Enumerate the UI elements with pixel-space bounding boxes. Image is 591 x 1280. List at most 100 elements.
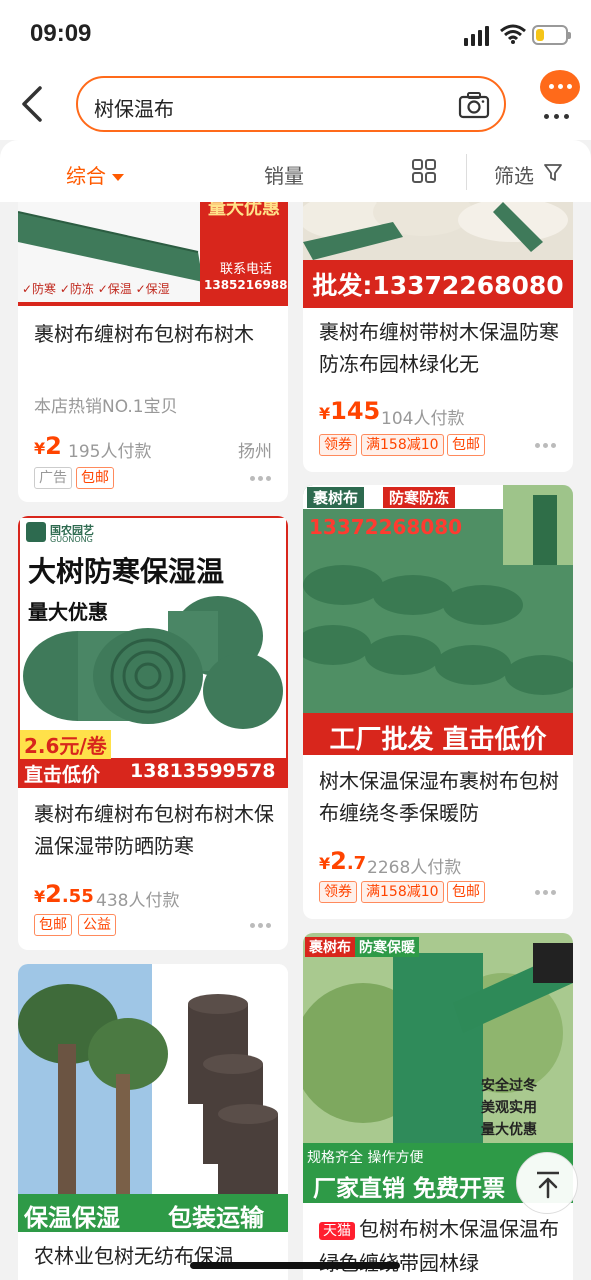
image-notes: 安全过冬 美观实用 量大优惠: [481, 1075, 537, 1141]
price-integer: 2: [45, 432, 62, 460]
price-integer: 2: [45, 880, 62, 908]
price-symbol: ¥: [34, 887, 46, 906]
free-shipping-tag: 包邮: [76, 467, 114, 489]
product-feed: 量大优惠 联系电话 13852169889 ✓防寒 ✓防冻 ✓保温 ✓保湿 裹树…: [0, 202, 591, 1280]
image-features: ✓防寒 ✓防冻 ✓保温 ✓保湿: [22, 282, 170, 296]
free-shipping-tag: 包邮: [447, 881, 485, 903]
message-bubble-icon: [540, 70, 580, 104]
tab-sales[interactable]: 销量: [264, 160, 304, 189]
product-price: ¥2.55: [34, 880, 94, 908]
camera-search-icon[interactable]: [458, 91, 490, 119]
trees-and-rolls-image: [18, 964, 288, 1232]
status-time: 09:09: [30, 20, 92, 47]
charity-tag: 公益: [78, 914, 116, 936]
price-decimal: .7: [346, 853, 367, 874]
product-subtitle: 本店热销NO.1宝贝: [34, 397, 178, 417]
image-text-right: 包装运输: [168, 1204, 264, 1232]
product-title[interactable]: 裹树布缠树布包树布树木: [34, 318, 274, 350]
image-badge: 量大优惠: [208, 202, 280, 219]
tab-sales-label: 销量: [264, 164, 304, 188]
price-integer: 145: [330, 397, 381, 425]
more-options-icon[interactable]: [250, 476, 272, 482]
wifi-icon: [500, 24, 526, 44]
coupon-tag: 领券: [319, 434, 357, 456]
search-query-text: 树保温布: [94, 97, 174, 121]
product-card[interactable]: 批发:13372268080 裹树布缠树带树木保温防寒防冻布园林绿化无 ¥145…: [303, 202, 573, 472]
product-card[interactable]: 保温保湿 包装运输 农林业包树无纺布保温: [18, 964, 288, 1280]
image-cta: 直击低价: [24, 764, 101, 786]
sort-tabs: 综合 销量 筛选: [0, 140, 591, 202]
image-note: 量大优惠: [481, 1122, 537, 1138]
product-card[interactable]: 国农园艺 GUONONG 大树防寒保湿温 量大优惠 2.6元/卷 直击低价 13…: [18, 516, 288, 950]
scroll-to-top-button[interactable]: [516, 1152, 578, 1214]
layout-grid-icon[interactable]: [412, 159, 436, 183]
free-shipping-tag: 包邮: [447, 434, 485, 456]
battery-icon: [532, 25, 571, 45]
discount-tag: 满158减10: [361, 434, 444, 456]
free-shipping-tag: 包邮: [34, 914, 72, 936]
product-image: 量大优惠 联系电话 13852169889 ✓防寒 ✓防冻 ✓保温 ✓保湿: [18, 202, 288, 306]
ad-tag: 广告: [34, 467, 72, 489]
back-arrow-icon[interactable]: [16, 84, 50, 124]
tab-comprehensive-label: 综合: [66, 164, 106, 188]
image-phone: 13813599578: [130, 760, 276, 782]
product-card[interactable]: 量大优惠 联系电话 13852169889 ✓防寒 ✓防冻 ✓保温 ✓保湿 裹树…: [18, 202, 288, 502]
image-label-2: 防寒防冻: [383, 487, 456, 508]
paid-count: 104人付款: [381, 409, 465, 429]
search-input[interactable]: 树保温布: [76, 76, 506, 132]
image-note: 美观实用: [481, 1100, 537, 1116]
product-card[interactable]: 裹树布 防寒防冻 13372268080 工厂批发 直击低价 树木保温保湿布裹树…: [303, 485, 573, 919]
image-badge: 量大优惠: [28, 600, 108, 624]
more-options-icon[interactable]: [250, 923, 272, 929]
image-phone: 13372268080: [309, 515, 463, 539]
image-note: 安全过冬: [481, 1078, 537, 1094]
more-options-icon[interactable]: [535, 443, 557, 449]
image-label-2: 防寒保暖: [355, 937, 419, 957]
product-card[interactable]: 裹树布 防寒保暖 安全过冬 美观实用 量大优惠 规格齐全 操作方便 厂家直销 免…: [303, 933, 573, 1280]
tab-filter-label: 筛选: [494, 164, 534, 188]
tab-comprehensive[interactable]: 综合: [66, 160, 124, 189]
image-phone: 13852169889: [204, 278, 288, 292]
cellular-signal-icon: [464, 26, 489, 46]
image-headline: 大树防寒保湿温: [28, 555, 225, 588]
seller-location: 扬州: [238, 442, 272, 462]
product-title[interactable]: 裹树布缠树布包树布树木保温保湿带防晒防寒: [34, 798, 274, 862]
image-banner: 厂家直销 免费开票: [313, 1176, 506, 1202]
image-contact-label: 联系电话: [219, 262, 272, 277]
product-image: 保温保湿 包装运输: [18, 964, 288, 1232]
image-label-1: 裹树布: [307, 487, 365, 508]
more-options-icon[interactable]: [535, 890, 557, 896]
product-image: 裹树布 防寒防冻 13372268080 工厂批发 直击低价: [303, 485, 573, 755]
search-header: 树保温布: [0, 70, 591, 140]
home-indicator[interactable]: [190, 1262, 400, 1269]
tmall-badge: 天猫: [319, 1221, 355, 1240]
image-banner: 工厂批发 直击低价: [329, 725, 547, 755]
filter-funnel-icon[interactable]: [543, 162, 563, 182]
image-banner: 批发:13372268080: [312, 271, 564, 300]
image-unit-price: 2.6元/卷: [20, 730, 111, 759]
caret-down-icon: [112, 174, 124, 181]
tab-filter[interactable]: 筛选: [494, 160, 534, 189]
paid-count: 2268人付款: [367, 858, 462, 878]
paid-count: 438人付款: [96, 891, 180, 911]
price-symbol: ¥: [319, 404, 331, 423]
more-menu-button[interactable]: [536, 70, 586, 128]
image-label-1: 裹树布: [305, 937, 355, 957]
product-price: ¥2: [34, 432, 62, 460]
tab-divider: [466, 154, 467, 190]
coupon-tag: 领券: [319, 881, 357, 903]
price-decimal: .55: [61, 886, 94, 907]
price-integer: 2: [330, 847, 347, 875]
product-image: 批发:13372268080: [303, 202, 573, 308]
status-bar: 09:09: [0, 0, 591, 70]
discount-tag: 满158减10: [361, 881, 444, 903]
image-brand-en: GUONONG: [50, 535, 93, 544]
price-symbol: ¥: [319, 854, 331, 873]
arrow-up-icon: [537, 1171, 559, 1199]
product-price: ¥145: [319, 397, 380, 425]
product-title[interactable]: 裹树布缠树带树木保温防寒防冻布园林绿化无: [319, 316, 559, 380]
product-title[interactable]: 树木保温保湿布裹树布包树布缠绕冬季保暖防: [319, 765, 559, 829]
image-text-left: 保温保湿: [24, 1204, 120, 1232]
product-image: 国农园艺 GUONONG 大树防寒保湿温 量大优惠 2.6元/卷 直击低价 13…: [18, 516, 288, 788]
product-price: ¥2.7: [319, 847, 366, 875]
